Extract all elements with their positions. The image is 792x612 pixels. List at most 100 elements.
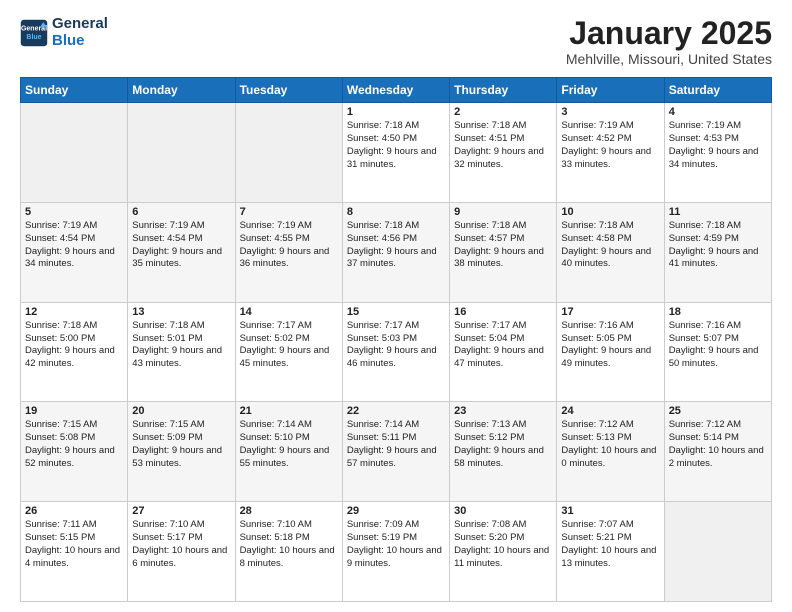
cell-info: Sunrise: 7:19 AMSunset: 4:52 PMDaylight:…	[561, 120, 659, 171]
cell-date: 22	[347, 405, 445, 417]
calendar-cell: 13 Sunrise: 7:18 AMSunset: 5:01 PMDayligh…	[128, 302, 235, 402]
cell-info: Sunrise: 7:12 AMSunset: 5:14 PMDaylight:…	[669, 419, 767, 470]
week-row-2: 5 Sunrise: 7:19 AMSunset: 4:54 PMDaylight…	[21, 202, 772, 302]
cell-info: Sunrise: 7:14 AMSunset: 5:10 PMDaylight:…	[240, 419, 338, 470]
calendar-cell: 6 Sunrise: 7:19 AMSunset: 4:54 PMDaylight…	[128, 202, 235, 302]
calendar-cell	[664, 502, 771, 602]
cell-date: 31	[561, 505, 659, 517]
day-header-sunday: Sunday	[21, 78, 128, 103]
cell-date: 19	[25, 405, 123, 417]
calendar-cell: 14 Sunrise: 7:17 AMSunset: 5:02 PMDayligh…	[235, 302, 342, 402]
cell-date: 6	[132, 206, 230, 218]
cell-info: Sunrise: 7:18 AMSunset: 4:59 PMDaylight:…	[669, 220, 767, 271]
cell-info: Sunrise: 7:16 AMSunset: 5:07 PMDaylight:…	[669, 320, 767, 371]
calendar-cell: 15Sunrise: 7:17 AMSunset: 5:03 PMDayligh…	[342, 302, 449, 402]
cell-date: 25	[669, 405, 767, 417]
calendar-cell: 2 Sunrise: 7:18 AMSunset: 4:51 PMDaylight…	[450, 103, 557, 203]
cell-date: 16	[454, 306, 552, 318]
cell-date: 8	[347, 206, 445, 218]
cell-date: 3	[561, 106, 659, 118]
cell-info: Sunrise: 7:18 AMSunset: 4:51 PMDaylight:…	[454, 120, 552, 171]
cell-date: 26	[25, 505, 123, 517]
cell-date: 5	[25, 206, 123, 218]
calendar-cell: 10 Sunrise: 7:18 AMSunset: 4:58 PMDayligh…	[557, 202, 664, 302]
cell-date: 21	[240, 405, 338, 417]
day-header-saturday: Saturday	[664, 78, 771, 103]
day-header-friday: Friday	[557, 78, 664, 103]
cell-date: 10	[561, 206, 659, 218]
cell-date: 20	[132, 405, 230, 417]
calendar-cell: 11 Sunrise: 7:18 AMSunset: 4:59 PMDayligh…	[664, 202, 771, 302]
day-header-monday: Monday	[128, 78, 235, 103]
cell-info: Sunrise: 7:13 AMSunset: 5:12 PMDaylight:…	[454, 419, 552, 470]
calendar-cell: 26 Sunrise: 7:11 AMSunset: 5:15 PMDayligh…	[21, 502, 128, 602]
calendar-cell	[128, 103, 235, 203]
calendar-cell: 16Sunrise: 7:17 AMSunset: 5:04 PMDayligh…	[450, 302, 557, 402]
cell-date: 4	[669, 106, 767, 118]
cell-date: 15	[347, 306, 445, 318]
logo: General Blue General Blue	[20, 16, 108, 49]
day-header-tuesday: Tuesday	[235, 78, 342, 103]
cell-info: Sunrise: 7:08 AMSunset: 5:20 PMDaylight:…	[454, 519, 552, 570]
cell-date: 17	[561, 306, 659, 318]
cell-info: Sunrise: 7:18 AMSunset: 5:01 PMDaylight:…	[132, 320, 230, 371]
calendar-cell: 21 Sunrise: 7:14 AMSunset: 5:10 PMDayligh…	[235, 402, 342, 502]
calendar-cell: 4 Sunrise: 7:19 AMSunset: 4:53 PMDaylight…	[664, 103, 771, 203]
cell-info: Sunrise: 7:15 AMSunset: 5:08 PMDaylight:…	[25, 419, 123, 470]
cell-date: 2	[454, 106, 552, 118]
cell-info: Sunrise: 7:18 AMSunset: 5:00 PMDaylight:…	[25, 320, 123, 371]
cell-info: Sunrise: 7:09 AMSunset: 5:19 PMDaylight:…	[347, 519, 445, 570]
cell-info: Sunrise: 7:19 AMSunset: 4:53 PMDaylight:…	[669, 120, 767, 171]
day-header-wednesday: Wednesday	[342, 78, 449, 103]
cell-info: Sunrise: 7:11 AMSunset: 5:15 PMDaylight:…	[25, 519, 123, 570]
cell-date: 29	[347, 505, 445, 517]
calendar-cell: 23 Sunrise: 7:13 AMSunset: 5:12 PMDayligh…	[450, 402, 557, 502]
week-row-4: 19 Sunrise: 7:15 AMSunset: 5:08 PMDayligh…	[21, 402, 772, 502]
cell-date: 11	[669, 206, 767, 218]
cell-date: 24	[561, 405, 659, 417]
cell-date: 14	[240, 306, 338, 318]
cell-info: Sunrise: 7:17 AMSunset: 5:02 PMDaylight:…	[240, 320, 338, 371]
cell-date: 7	[240, 206, 338, 218]
cell-info: Sunrise: 7:15 AMSunset: 5:09 PMDaylight:…	[132, 419, 230, 470]
week-row-3: 12 Sunrise: 7:18 AMSunset: 5:00 PMDayligh…	[21, 302, 772, 402]
logo-text-blue: Blue	[52, 33, 108, 50]
calendar-cell: 19 Sunrise: 7:15 AMSunset: 5:08 PMDayligh…	[21, 402, 128, 502]
cell-info: Sunrise: 7:16 AMSunset: 5:05 PMDaylight:…	[561, 320, 659, 371]
calendar-cell: 9Sunrise: 7:18 AMSunset: 4:57 PMDaylight…	[450, 202, 557, 302]
calendar-cell: 22 Sunrise: 7:14 AMSunset: 5:11 PMDayligh…	[342, 402, 449, 502]
cell-date: 18	[669, 306, 767, 318]
calendar-cell: 24Sunrise: 7:12 AMSunset: 5:13 PMDayligh…	[557, 402, 664, 502]
calendar-cell	[235, 103, 342, 203]
calendar-cell: 5 Sunrise: 7:19 AMSunset: 4:54 PMDaylight…	[21, 202, 128, 302]
calendar-cell: 20 Sunrise: 7:15 AMSunset: 5:09 PMDayligh…	[128, 402, 235, 502]
calendar-cell: 29 Sunrise: 7:09 AMSunset: 5:19 PMDayligh…	[342, 502, 449, 602]
cell-date: 23	[454, 405, 552, 417]
calendar-cell: 12 Sunrise: 7:18 AMSunset: 5:00 PMDayligh…	[21, 302, 128, 402]
cell-info: Sunrise: 7:18 AMSunset: 4:50 PMDaylight:…	[347, 120, 445, 171]
calendar-cell: 30Sunrise: 7:08 AMSunset: 5:20 PMDayligh…	[450, 502, 557, 602]
cell-date: 12	[25, 306, 123, 318]
page: General Blue General Blue January 2025 M…	[0, 0, 792, 612]
calendar-cell: 31Sunrise: 7:07 AMSunset: 5:21 PMDayligh…	[557, 502, 664, 602]
cell-date: 28	[240, 505, 338, 517]
week-row-1: 1Sunrise: 7:18 AMSunset: 4:50 PMDaylight…	[21, 103, 772, 203]
logo-text-general: General	[52, 16, 108, 33]
cell-info: Sunrise: 7:19 AMSunset: 4:54 PMDaylight:…	[132, 220, 230, 271]
calendar-cell: 18 Sunrise: 7:16 AMSunset: 5:07 PMDayligh…	[664, 302, 771, 402]
title-block: January 2025 Mehlville, Missouri, United…	[566, 16, 772, 67]
cell-info: Sunrise: 7:18 AMSunset: 4:58 PMDaylight:…	[561, 220, 659, 271]
calendar-header-row: SundayMondayTuesdayWednesdayThursdayFrid…	[21, 78, 772, 103]
day-header-thursday: Thursday	[450, 78, 557, 103]
cell-date: 13	[132, 306, 230, 318]
calendar-cell: 28Sunrise: 7:10 AMSunset: 5:18 PMDayligh…	[235, 502, 342, 602]
calendar-cell: 3 Sunrise: 7:19 AMSunset: 4:52 PMDaylight…	[557, 103, 664, 203]
calendar-title: January 2025	[566, 16, 772, 51]
calendar-cell: 27Sunrise: 7:10 AMSunset: 5:17 PMDayligh…	[128, 502, 235, 602]
cell-info: Sunrise: 7:14 AMSunset: 5:11 PMDaylight:…	[347, 419, 445, 470]
svg-text:Blue: Blue	[26, 34, 41, 41]
cell-info: Sunrise: 7:18 AMSunset: 4:56 PMDaylight:…	[347, 220, 445, 271]
calendar-cell: 17 Sunrise: 7:16 AMSunset: 5:05 PMDayligh…	[557, 302, 664, 402]
calendar-cell: 1Sunrise: 7:18 AMSunset: 4:50 PMDaylight…	[342, 103, 449, 203]
cell-info: Sunrise: 7:19 AMSunset: 4:54 PMDaylight:…	[25, 220, 123, 271]
